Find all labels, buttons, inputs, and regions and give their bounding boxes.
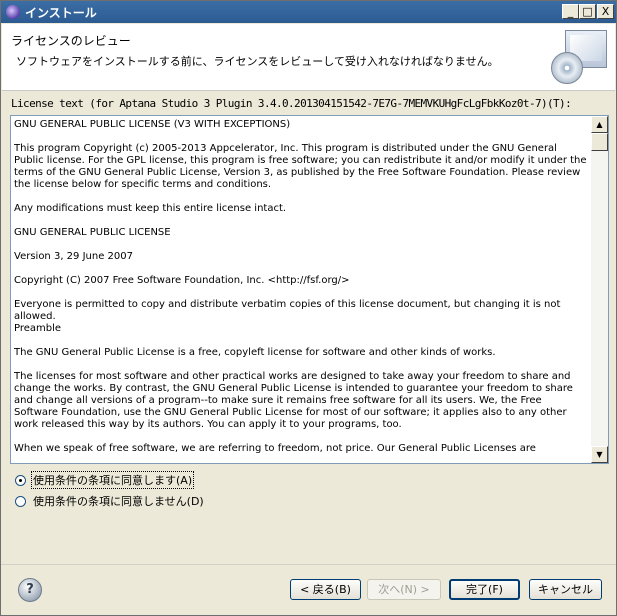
accept-label[interactable]: 使用条件の条項に同意します(A) <box>30 471 195 489</box>
scroll-thumb[interactable] <box>591 133 608 151</box>
title-bar: インストール _ □ X <box>1 1 616 23</box>
page-title: ライセンスのレビュー <box>11 34 131 48</box>
next-button[interactable]: 次へ(N) > <box>367 579 441 600</box>
cancel-button[interactable]: キャンセル <box>529 579 602 600</box>
decline-label[interactable]: 使用条件の条項に同意しません(D) <box>32 493 205 509</box>
install-wizard-graphic-icon <box>551 30 607 84</box>
eclipse-app-icon <box>6 5 20 19</box>
minimize-button[interactable]: _ <box>562 4 579 19</box>
license-text-content: GNU GENERAL PUBLIC LICENSE (V3 WITH EXCE… <box>14 119 587 454</box>
finish-button[interactable]: 完了(F) <box>449 579 520 600</box>
decline-radio[interactable] <box>15 495 26 507</box>
decline-option[interactable]: 使用条件の条項に同意しません(D) <box>15 493 205 509</box>
footer-divider <box>1 564 616 565</box>
back-button[interactable]: < 戻る(B) <box>290 579 361 600</box>
scroll-down-icon[interactable]: ▼ <box>591 446 608 463</box>
license-text-area[interactable]: GNU GENERAL PUBLIC LICENSE (V3 WITH EXCE… <box>10 115 609 464</box>
page-description: ソフトウェアをインストールする前に、ライセンスをレビューして受け入れなければなり… <box>16 55 499 68</box>
close-button[interactable]: X <box>597 4 614 19</box>
maximize-button[interactable]: □ <box>579 4 596 19</box>
install-dialog: インストール _ □ X ライセンスのレビュー ソフトウェアをインストールする前… <box>0 0 617 616</box>
wizard-header: ライセンスのレビュー ソフトウェアをインストールする前に、ライセンスをレビューし… <box>2 24 615 91</box>
accept-radio[interactable] <box>15 474 26 486</box>
vertical-scrollbar[interactable]: ▲ ▼ <box>591 116 608 463</box>
help-icon[interactable]: ? <box>18 578 42 602</box>
license-text-label: License text (for Aptana Studio 3 Plugin… <box>11 97 572 110</box>
cd-icon <box>551 52 583 84</box>
window-title: インストール <box>25 6 97 20</box>
scroll-up-icon[interactable]: ▲ <box>591 116 608 133</box>
accept-option[interactable]: 使用条件の条項に同意します(A) <box>15 471 195 489</box>
